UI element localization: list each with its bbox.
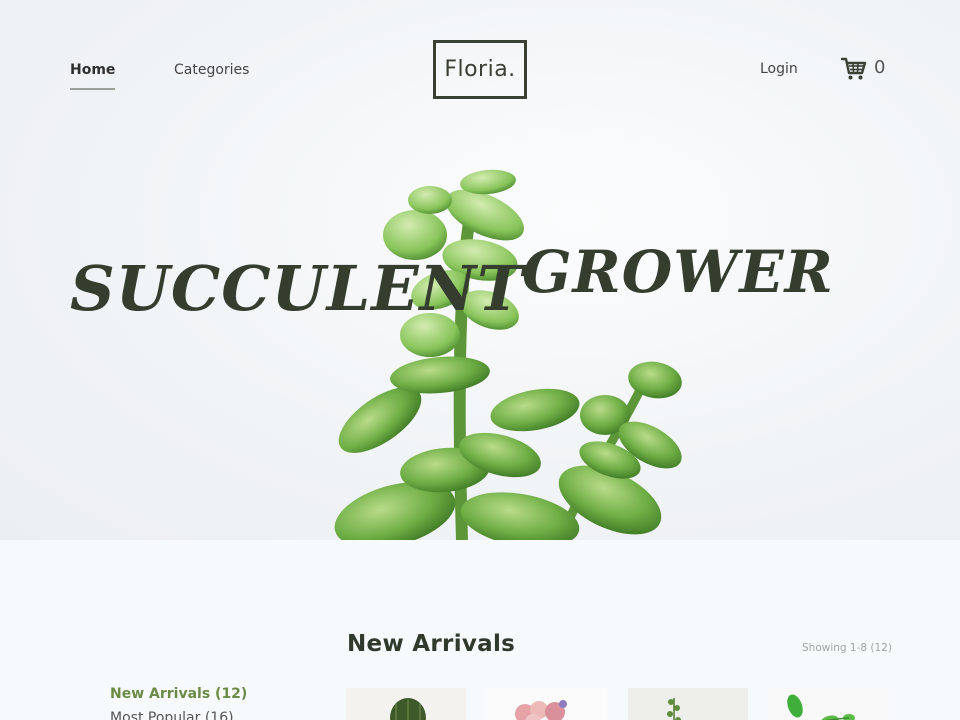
- filter-new-arrivals[interactable]: New Arrivals (12): [110, 686, 247, 702]
- herb-plant-image: [667, 698, 681, 720]
- product-card-cactus[interactable]: [346, 688, 466, 720]
- cart-count[interactable]: 0: [874, 57, 885, 78]
- results-count: Showing 1-8 (12): [802, 642, 892, 654]
- hero-title-word-2: GROWER: [522, 238, 834, 306]
- nav-home[interactable]: Home: [70, 62, 116, 90]
- logo[interactable]: Floria.: [433, 40, 527, 99]
- flower-bouquet-image: [515, 700, 567, 720]
- product-card-herb[interactable]: [628, 688, 748, 720]
- shopping-cart-icon[interactable]: [841, 56, 867, 82]
- product-card-leafy-plant[interactable]: [769, 688, 889, 720]
- leafy-plant-image: [787, 694, 855, 720]
- filter-most-popular[interactable]: Most Popular (16): [110, 710, 234, 720]
- section-title: New Arrivals: [347, 631, 516, 657]
- hero-title-word-1: SUCCULENT: [70, 252, 525, 325]
- login-link[interactable]: Login: [760, 61, 798, 77]
- cactus-image: [390, 698, 426, 720]
- nav-categories[interactable]: Categories: [174, 62, 249, 78]
- product-card-flowers[interactable]: [487, 688, 607, 720]
